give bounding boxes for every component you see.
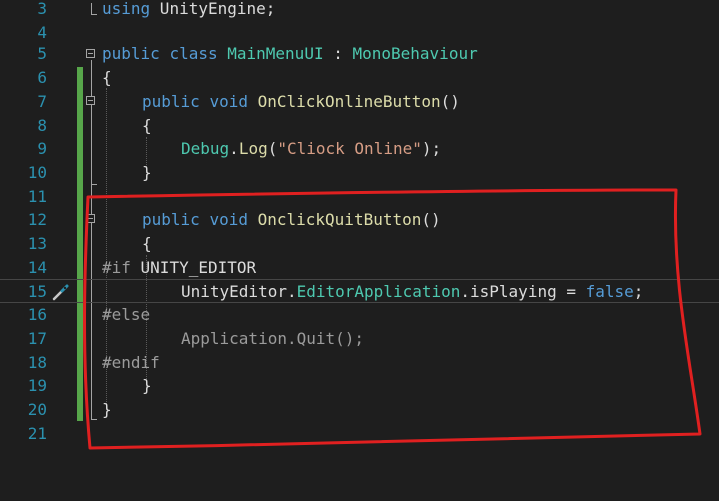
code-text: }: [142, 376, 152, 396]
code-text: public class MainMenuUI : MonoBehaviour: [102, 44, 478, 64]
line-number: 8: [37, 115, 47, 135]
line-number: 21: [27, 423, 47, 443]
line-number: 20: [27, 399, 47, 419]
code-text: {: [142, 234, 152, 253]
line-number: 10: [27, 162, 47, 182]
line-number: 9: [37, 139, 47, 159]
code-line[interactable]: 13 {: [0, 232, 719, 256]
line-number: 14: [27, 257, 47, 277]
code-text: UnityEditor.EditorApplication.isPlaying …: [181, 282, 644, 302]
code-editor[interactable]: 3 using UnityEngine; 4 5 public class Ma…: [0, 0, 719, 501]
code-text: #endif: [102, 352, 160, 372]
line-number: 13: [27, 234, 47, 253]
code-text: Debug.Log("Cliock Online");: [181, 139, 442, 159]
screwdriver-icon[interactable]: [51, 282, 71, 302]
line-number: 17: [27, 328, 47, 348]
code-line[interactable]: 12 public void OnclickQuitButton(): [0, 208, 719, 232]
line-number: 12: [27, 210, 47, 230]
code-line-current[interactable]: 15 UnityEditor.EditorApplication.isPlayi…: [0, 279, 719, 304]
line-number: 19: [27, 376, 47, 396]
line-number: 7: [37, 91, 47, 111]
code-text: }: [102, 399, 112, 419]
line-number: 6: [37, 68, 47, 88]
code-line[interactable]: 10 }: [0, 161, 719, 185]
code-line[interactable]: 18 #endif: [0, 351, 719, 375]
line-number: 4: [37, 22, 47, 42]
code-text: public void OnclickQuitButton(): [142, 210, 441, 230]
code-line[interactable]: 21: [0, 422, 719, 446]
code-line[interactable]: 16 #else: [0, 303, 719, 327]
code-line[interactable]: 17 Application.Quit();: [0, 327, 719, 351]
code-text: {: [102, 68, 112, 88]
code-line[interactable]: 11: [0, 185, 719, 209]
code-line[interactable]: 6 {: [0, 66, 719, 90]
code-line[interactable]: 4: [0, 21, 719, 45]
code-line[interactable]: 3 using UnityEngine;: [0, 0, 719, 21]
code-text: }: [142, 162, 152, 182]
code-text: #if UNITY_EDITOR: [102, 257, 257, 277]
code-line[interactable]: 5 public class MainMenuUI : MonoBehaviou…: [0, 42, 719, 66]
code-text: public void OnClickOnlineButton(): [142, 91, 460, 111]
line-number: 15: [27, 282, 47, 302]
code-line[interactable]: 9 Debug.Log("Cliock Online");: [0, 137, 719, 161]
code-text: #else: [102, 305, 151, 325]
line-number: 18: [27, 352, 47, 372]
line-number: 5: [37, 44, 47, 64]
code-text: {: [142, 115, 152, 135]
line-number: 11: [27, 186, 47, 206]
code-line[interactable]: 7 public void OnClickOnlineButton(): [0, 90, 719, 114]
code-text: using UnityEngine;: [102, 0, 276, 18]
code-line[interactable]: 19 }: [0, 374, 719, 398]
code-line[interactable]: 14 #if UNITY_EDITOR: [0, 256, 719, 280]
code-line[interactable]: 20 }: [0, 398, 719, 422]
line-number: 3: [37, 0, 47, 18]
line-number: 16: [27, 305, 47, 325]
code-line[interactable]: 8 {: [0, 114, 719, 138]
code-text: Application.Quit();: [181, 328, 365, 348]
